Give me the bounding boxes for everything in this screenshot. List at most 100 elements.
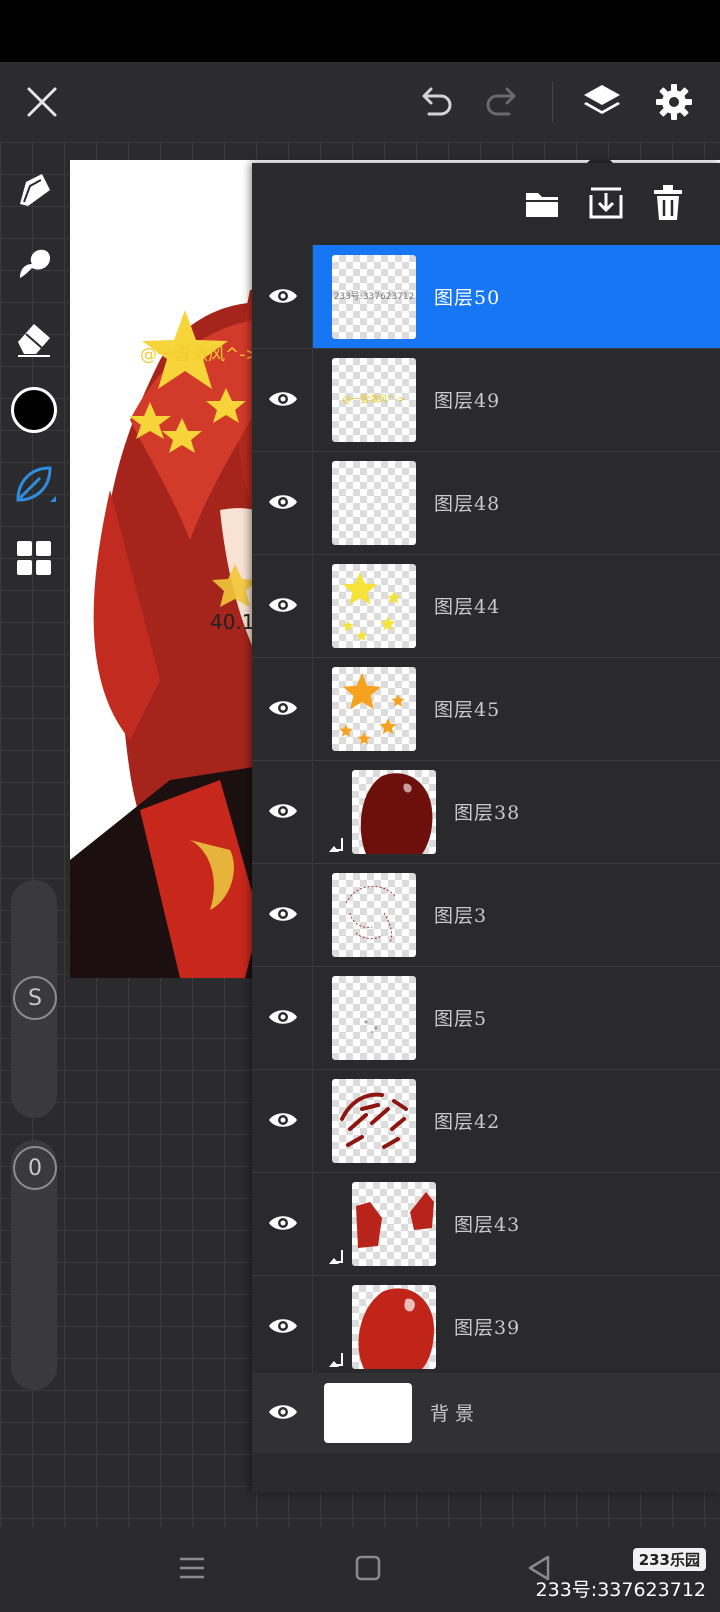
- layer-thumbnail-text: 233号:337623712: [333, 292, 415, 302]
- layer-row[interactable]: 图层42: [252, 1069, 720, 1173]
- layer-row[interactable]: 图层39: [252, 1275, 720, 1379]
- layer-thumbnail: @一雲溦风^->: [332, 358, 416, 442]
- layer-name: 图层38: [454, 802, 521, 824]
- toolbar-divider: [552, 82, 553, 122]
- eye-column-divider: [312, 1172, 313, 1275]
- settings-icon[interactable]: [650, 78, 698, 126]
- eye-icon[interactable]: [266, 796, 300, 826]
- layer-name: 图层42: [434, 1111, 501, 1133]
- folder-icon[interactable]: [522, 183, 562, 223]
- eye-column-divider: [312, 451, 313, 554]
- background-layer-name: 背景: [430, 1403, 481, 1425]
- background-layer-row[interactable]: 背景: [252, 1373, 720, 1453]
- layer-row[interactable]: 图层48: [252, 451, 720, 555]
- layer-name: 图层44: [434, 596, 501, 618]
- redo-icon[interactable]: [480, 80, 524, 124]
- layer-thumbnail: [332, 873, 416, 957]
- pencil-icon[interactable]: [10, 166, 58, 214]
- size-slider-label: S: [28, 985, 42, 1011]
- layer-thumbnail: [332, 461, 416, 545]
- layers-icon[interactable]: [578, 78, 626, 126]
- layer-thumbnail: [352, 770, 436, 854]
- layer-thumbnail-text: @一雲溦风^->: [342, 395, 406, 405]
- layer-thumbnail-art: [360, 773, 433, 854]
- brush-leaf-icon[interactable]: [10, 460, 58, 508]
- clipping-mask-arrow-icon: [328, 836, 348, 858]
- layer-row[interactable]: 图层43: [252, 1172, 720, 1276]
- eraser-icon[interactable]: [10, 314, 58, 362]
- layer-thumbnail-art: [345, 885, 397, 944]
- watermark-text: 233号:337623712: [535, 1579, 706, 1601]
- brush-size-slider[interactable]: S: [11, 880, 57, 1118]
- system-nav-bar: 233乐园 233号:337623712: [0, 1527, 720, 1612]
- opacity-slider-knob[interactable]: 0: [13, 1146, 57, 1190]
- layer-row[interactable]: 图层45: [252, 657, 720, 761]
- left-toolbar: S 0: [0, 160, 68, 1526]
- eye-icon[interactable]: [266, 693, 300, 723]
- layer-row[interactable]: 图层5: [252, 966, 720, 1070]
- merge-down-icon[interactable]: [586, 183, 626, 223]
- eye-icon[interactable]: [266, 1002, 300, 1032]
- smudge-icon[interactable]: [10, 240, 58, 288]
- layer-thumbnail: [352, 1182, 436, 1266]
- layer-row[interactable]: 图层3: [252, 863, 720, 967]
- close-icon[interactable]: [20, 80, 64, 124]
- eye-icon[interactable]: [266, 1397, 300, 1427]
- eye-icon[interactable]: [266, 281, 300, 311]
- eye-icon[interactable]: [266, 487, 300, 517]
- eye-icon[interactable]: [266, 384, 300, 414]
- layer-name: 图层39: [454, 1317, 521, 1339]
- eye-column-divider: [312, 760, 313, 863]
- layer-thumbnail-art: [340, 1092, 408, 1149]
- eye-icon[interactable]: [266, 590, 300, 620]
- eye-column-divider: [312, 554, 313, 657]
- clipping-mask-arrow-icon: [328, 1248, 348, 1270]
- layer-thumbnail-art: [356, 1192, 434, 1248]
- clipping-mask-arrow-icon: [328, 1351, 348, 1373]
- eye-column-divider: [312, 863, 313, 966]
- layer-thumbnail-art: [342, 572, 401, 641]
- color-swatch[interactable]: [10, 386, 58, 434]
- layers-panel-actions: [252, 163, 720, 245]
- artwork-partial-number: 40.1: [210, 610, 255, 634]
- layer-thumbnail: [332, 667, 416, 751]
- opacity-slider[interactable]: 0: [11, 1140, 57, 1390]
- layer-name: 图层3: [434, 905, 488, 927]
- eye-column-divider: [312, 966, 313, 1069]
- status-bar: [0, 0, 720, 62]
- layer-row[interactable]: 图层38: [252, 760, 720, 864]
- layer-thumbnail-art: [364, 1020, 378, 1033]
- eye-icon[interactable]: [266, 1105, 300, 1135]
- trash-icon[interactable]: [648, 183, 688, 223]
- watermark-logo: 233乐园: [632, 1548, 706, 1571]
- layer-row[interactable]: 图层44: [252, 554, 720, 658]
- layer-thumbnail: [332, 1079, 416, 1163]
- layer-name: 图层48: [434, 493, 501, 515]
- artwork-text-overlay: @一雲溦风^->: [140, 345, 260, 365]
- background-layer-thumbnail: [324, 1383, 412, 1443]
- eye-column-divider: [312, 348, 313, 451]
- grid-menu-icon[interactable]: [10, 534, 58, 582]
- layer-thumbnail: 233号:337623712: [332, 255, 416, 339]
- layers-panel: 233号:337623712 图层50 @一雲溦风^-> 图层49 图层48 图层44 图层…: [252, 163, 720, 1493]
- eye-icon[interactable]: [266, 1208, 300, 1238]
- home-icon[interactable]: [352, 1553, 384, 1583]
- opacity-slider-label: 0: [28, 1155, 42, 1181]
- eye-icon[interactable]: [266, 1311, 300, 1341]
- eye-icon[interactable]: [266, 899, 300, 929]
- menu-icon[interactable]: [176, 1553, 208, 1583]
- layer-name: 图层43: [454, 1214, 521, 1236]
- panel-caret: [586, 150, 614, 164]
- layer-thumbnail: [332, 564, 416, 648]
- undo-icon[interactable]: [414, 80, 458, 124]
- eye-column-divider: [312, 1275, 313, 1378]
- layer-thumbnail: [352, 1285, 436, 1369]
- layer-row[interactable]: @一雲溦风^-> 图层49: [252, 348, 720, 452]
- layer-thumbnail-art: [358, 1288, 434, 1369]
- layer-name: 图层50: [434, 287, 501, 309]
- size-slider-knob[interactable]: S: [13, 976, 57, 1020]
- layer-row[interactable]: 233号:337623712 图层50: [252, 245, 720, 349]
- eye-column-divider: [312, 657, 313, 760]
- layer-name: 图层45: [434, 699, 501, 721]
- layer-name: 图层5: [434, 1008, 488, 1030]
